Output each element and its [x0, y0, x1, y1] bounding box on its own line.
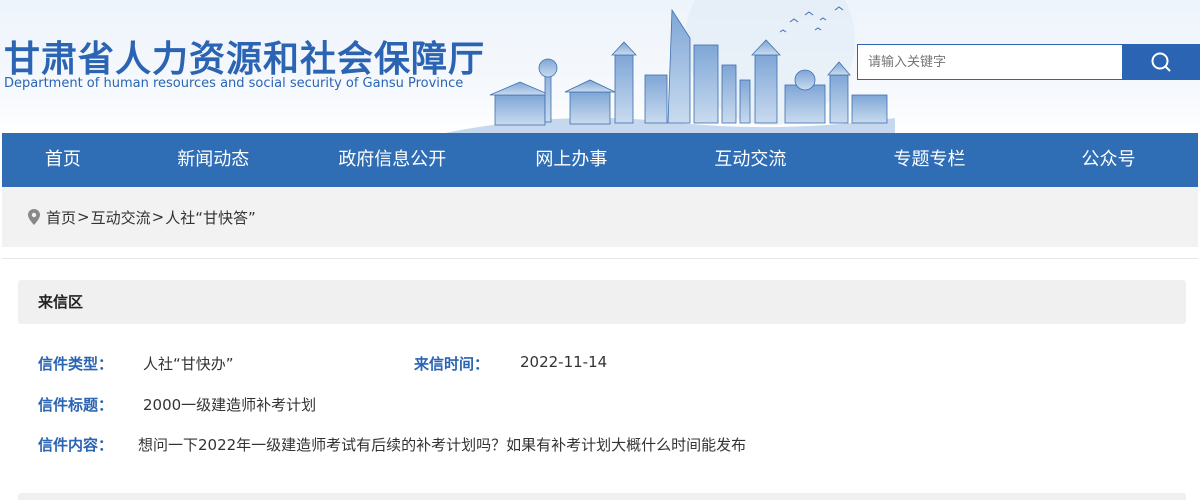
nav-item-online-services[interactable]: 网上办事: [482, 133, 661, 187]
breadcrumb-current[interactable]: 人社“甘快答”: [165, 207, 256, 228]
letter-content-value: 想问一下2022年一级建造师考试有后续的补考计划吗？如果有补考计划大概什么时间能…: [138, 436, 747, 454]
search-button[interactable]: [1122, 44, 1200, 80]
letter-type-value: 人社“甘快办”: [143, 355, 234, 373]
letter-type-row: 信件类型：: [38, 353, 113, 374]
breadcrumb-separator: >: [151, 208, 165, 226]
search-icon: [1151, 52, 1171, 72]
letter-time-label: 来信时间：: [414, 355, 490, 373]
search-input[interactable]: [857, 44, 1123, 80]
nav-item-news[interactable]: 新闻动态: [124, 133, 303, 187]
site-title[interactable]: 甘肃省人力资源和社会保障厅: [4, 30, 485, 82]
nav-item-home[interactable]: 首页: [2, 133, 124, 187]
section-title: 来信区: [18, 280, 1186, 324]
nav-item-official-account[interactable]: 公众号: [1019, 133, 1198, 187]
site-subtitle: Department of human resources and social…: [4, 76, 464, 91]
letter-content-label: 信件内容：: [38, 436, 114, 454]
breadcrumb-separator: >: [77, 208, 90, 226]
letter-subject-value: 2000一级建造师补考计划: [143, 396, 317, 414]
letter-subject-label: 信件标题：: [38, 396, 114, 414]
city-skyline-illustration: [445, 0, 895, 133]
breadcrumb: 首页 > 互动交流 > 人社“甘快答”: [2, 187, 1198, 247]
reply-section-head: [18, 493, 1186, 500]
site-header: 甘肃省人力资源和社会保障厅 Department of human resour…: [0, 0, 1200, 133]
main-nav: 首页 新闻动态 政府信息公开 网上办事 互动交流 专题专栏 公众号: [2, 133, 1198, 187]
breadcrumb-home[interactable]: 首页: [46, 207, 76, 228]
divider: [2, 258, 1198, 259]
letter-subject-row: 信件标题：: [38, 394, 113, 415]
letter-type-label: 信件类型：: [38, 355, 114, 373]
nav-item-interaction[interactable]: 互动交流: [661, 133, 840, 187]
letter-content-row: 信件内容：: [38, 434, 113, 455]
letter-time-row: 来信时间：: [414, 353, 489, 374]
breadcrumb-interaction[interactable]: 互动交流: [91, 207, 151, 228]
location-pin-icon: [28, 209, 40, 225]
letter-time-value: 2022-11-14: [520, 353, 608, 371]
nav-item-gov-info[interactable]: 政府信息公开: [303, 133, 482, 187]
nav-item-special-topics[interactable]: 专题专栏: [840, 133, 1019, 187]
